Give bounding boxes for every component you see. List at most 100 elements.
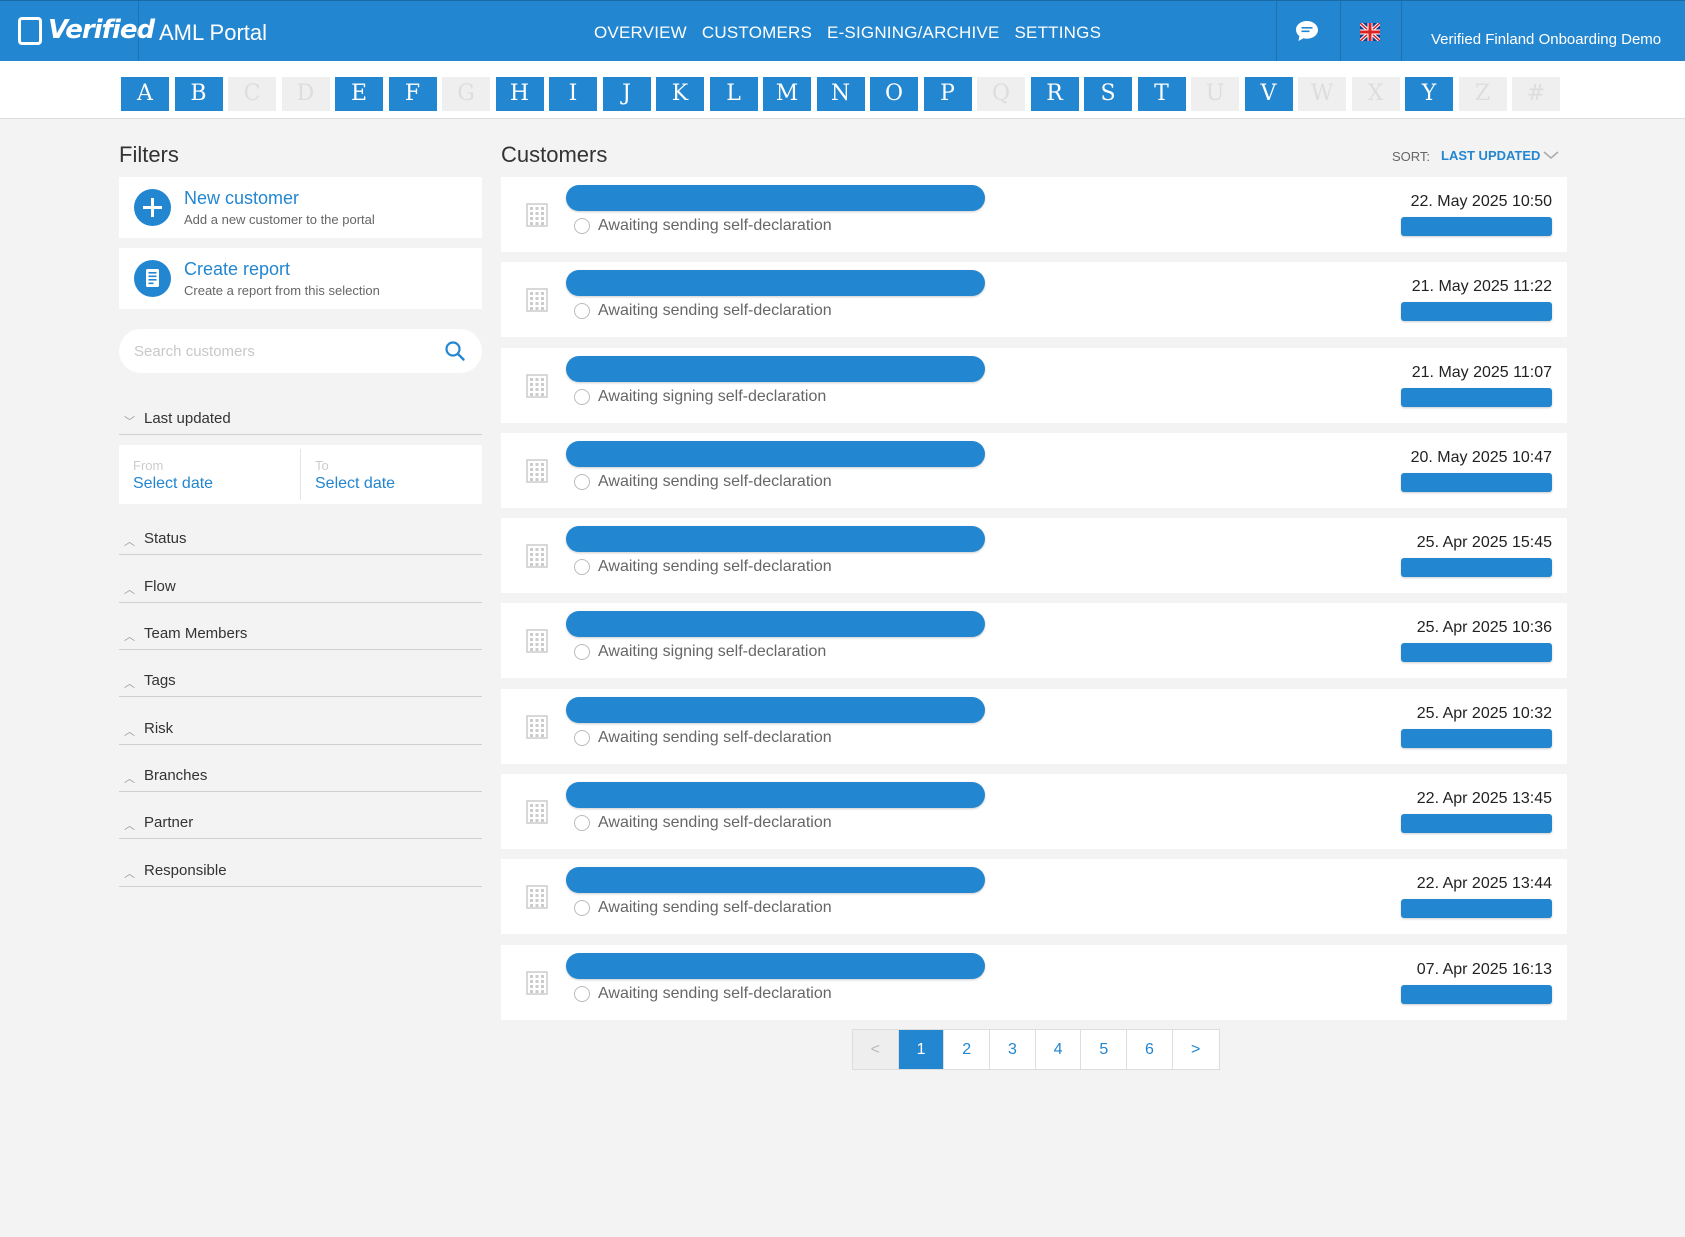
filter-tags[interactable]: ︿ Tags — [119, 672, 482, 697]
filter-flow[interactable]: ︿ Flow — [119, 578, 482, 603]
letter-i-button[interactable]: I — [549, 77, 597, 111]
customer-name-redacted[interactable] — [566, 270, 985, 297]
chevron-up-icon: ︿ — [124, 631, 135, 643]
chevron-up-icon: ︿ — [124, 584, 135, 596]
search-input[interactable] — [134, 339, 434, 363]
chevron-up-icon: ︿ — [124, 726, 135, 738]
create-report-subtitle: Create a report from this selection — [184, 283, 380, 298]
letter-j-button[interactable]: J — [602, 77, 651, 111]
letter-y-button[interactable]: Y — [1405, 77, 1453, 111]
building-icon — [526, 459, 548, 483]
customer-list: Awaiting sending self-declaration 22. Ma… — [501, 177, 1567, 1030]
customer-row[interactable]: Awaiting sending self-declaration 22. Ap… — [501, 774, 1567, 850]
customer-row[interactable]: Awaiting sending self-declaration 25. Ap… — [501, 688, 1567, 764]
filter-responsible[interactable]: ︿ Responsible — [119, 862, 482, 887]
customer-name-redacted[interactable] — [566, 440, 985, 467]
letter-f-button[interactable]: F — [388, 77, 437, 111]
customer-name-redacted[interactable] — [566, 867, 985, 894]
customer-name-redacted[interactable] — [566, 782, 985, 809]
filter-label: Flow — [144, 578, 176, 595]
customer-row[interactable]: Awaiting sending self-declaration 22. Ma… — [501, 177, 1567, 252]
letter-d-button: D — [281, 77, 330, 111]
filter-label: Responsible — [144, 862, 227, 879]
customer-row[interactable]: Awaiting sending self-declaration 21. Ma… — [501, 262, 1567, 338]
pagination-page-3[interactable]: 3 — [990, 1030, 1036, 1069]
customer-tag-redacted — [1401, 387, 1552, 407]
letter-n-button[interactable]: N — [816, 77, 865, 111]
sort-dropdown[interactable]: LAST UPDATED — [1441, 148, 1540, 163]
letter-hash-button: # — [1512, 77, 1560, 111]
letter-o-button[interactable]: O — [870, 77, 918, 111]
to-date-picker[interactable]: To Select date — [301, 445, 482, 504]
letter-p-button[interactable]: P — [923, 77, 972, 111]
status-circle-icon — [574, 985, 590, 1002]
customer-row[interactable]: Awaiting sending self-declaration 20. Ma… — [501, 432, 1567, 508]
account-name[interactable]: Verified Finland Onboarding Demo — [1431, 31, 1661, 48]
customer-tag-redacted — [1401, 899, 1552, 919]
letter-g-button: G — [442, 77, 490, 111]
pagination-page-1[interactable]: 1 — [898, 1030, 945, 1069]
chevron-down-icon[interactable] — [1543, 150, 1559, 160]
filter-last-updated[interactable]: ﹀ Last updated — [119, 410, 482, 435]
filter-label: Last updated — [144, 410, 231, 427]
letter-r-button[interactable]: R — [1030, 77, 1079, 111]
pagination-next-button[interactable]: > — [1173, 1030, 1219, 1069]
status-circle-icon — [574, 644, 590, 661]
customer-row[interactable]: Awaiting signing self-declaration 21. Ma… — [501, 347, 1567, 423]
letter-e-button[interactable]: E — [335, 77, 383, 111]
nav-overview[interactable]: OVERVIEW — [594, 23, 687, 43]
chat-bubble-icon[interactable] — [1295, 20, 1319, 42]
letter-t-button[interactable]: T — [1137, 77, 1186, 111]
customer-name-redacted[interactable] — [566, 696, 985, 723]
pagination-page-6[interactable]: 6 — [1127, 1030, 1173, 1069]
create-report-button[interactable]: Create report Create a report from this … — [119, 248, 482, 309]
letter-u-button: U — [1191, 77, 1239, 111]
customer-name-redacted[interactable] — [566, 611, 985, 638]
customer-name-redacted[interactable] — [566, 355, 985, 382]
nav-settings[interactable]: SETTINGS — [1015, 23, 1102, 43]
customers-title: Customers — [501, 142, 608, 167]
letter-b-button[interactable]: B — [174, 77, 223, 111]
alphabet-letters: A B C D E F G H I J K L M N O P Q R S T U V W X Y Z # — [121, 77, 1566, 111]
customer-row[interactable]: Awaiting sending self-declaration 22. Ap… — [501, 859, 1567, 935]
customer-name-redacted[interactable] — [566, 526, 985, 553]
status-circle-icon — [574, 900, 590, 917]
nav-e-signing-archive[interactable]: E-SIGNING/ARCHIVE — [827, 23, 999, 43]
building-icon — [526, 544, 548, 568]
letter-l-button[interactable]: L — [709, 77, 758, 111]
search-icon[interactable] — [444, 340, 466, 362]
customer-tag-redacted — [1401, 814, 1552, 834]
filter-risk[interactable]: ︿ Risk — [119, 720, 482, 745]
pagination-page-4[interactable]: 4 — [1036, 1030, 1082, 1069]
customer-updated-date: 22. Apr 2025 13:45 — [1416, 790, 1552, 808]
pagination-page-2[interactable]: 2 — [944, 1030, 991, 1069]
from-value: Select date — [133, 475, 214, 492]
filter-status[interactable]: ︿ Status — [119, 530, 482, 555]
letter-a-button[interactable]: A — [121, 77, 169, 111]
customer-updated-date: 25. Apr 2025 10:32 — [1416, 704, 1552, 722]
nav-customers[interactable]: CUSTOMERS — [702, 23, 812, 43]
chevron-up-icon: ︿ — [124, 678, 135, 690]
customer-name-redacted[interactable] — [566, 185, 985, 211]
letter-h-button[interactable]: H — [495, 77, 544, 111]
letter-v-button[interactable]: V — [1244, 77, 1293, 111]
filter-partner[interactable]: ︿ Partner — [119, 814, 482, 839]
customer-updated-date: 21. May 2025 11:22 — [1411, 278, 1552, 296]
from-date-picker[interactable]: From Select date — [119, 445, 300, 504]
divider — [1276, 1, 1277, 62]
customer-row[interactable]: Awaiting sending self-declaration 07. Ap… — [501, 944, 1567, 1020]
filter-team-members[interactable]: ︿ Team Members — [119, 625, 482, 650]
customer-row[interactable]: Awaiting sending self-declaration 25. Ap… — [501, 518, 1567, 594]
letter-s-button[interactable]: S — [1084, 77, 1132, 111]
customer-row[interactable]: Awaiting signing self-declaration 25. Ap… — [501, 603, 1567, 679]
verified-logo[interactable]: Verified — [18, 15, 155, 47]
letter-m-button[interactable]: M — [763, 77, 811, 111]
letter-k-button[interactable]: K — [656, 77, 704, 111]
customer-tag-redacted — [1401, 217, 1552, 236]
customer-name-redacted[interactable] — [566, 952, 985, 979]
uk-flag-icon[interactable] — [1360, 23, 1380, 41]
new-customer-button[interactable]: New customer Add a new customer to the p… — [119, 177, 482, 238]
pagination-page-5[interactable]: 5 — [1081, 1030, 1128, 1069]
filter-branches[interactable]: ︿ Branches — [119, 767, 482, 792]
customer-status: Awaiting signing self-declaration — [598, 643, 827, 661]
